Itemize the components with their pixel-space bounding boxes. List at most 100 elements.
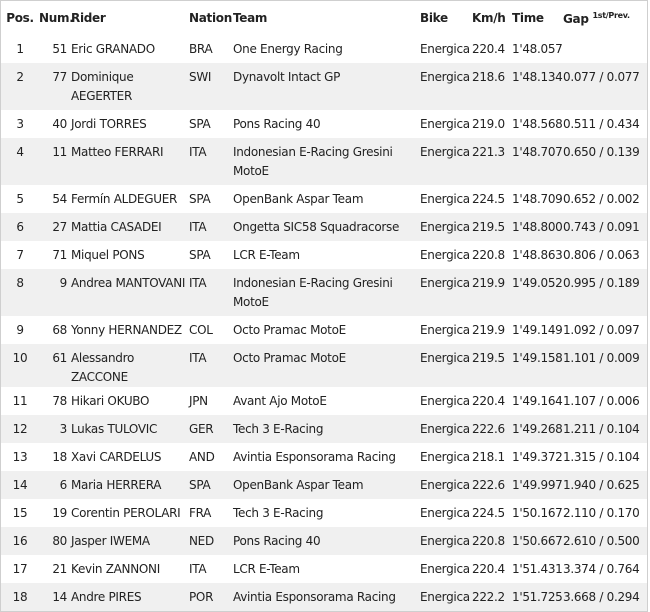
cell-kmh: 219.9 <box>472 323 505 337</box>
cell-bike: Energica <box>420 394 470 408</box>
cell-rider: Jasper IWEMA <box>71 534 150 548</box>
cell-nation: SPA <box>189 117 211 131</box>
header-gap-sup: 1st/Prev. <box>592 10 631 20</box>
cell-kmh: 222.2 <box>472 590 505 604</box>
cell-bike: Energica <box>420 422 470 436</box>
cell-time: 1'51.431 <box>512 562 563 576</box>
cell-num: 11 <box>52 145 67 159</box>
cell-rider: Yonny HERNANDEZ <box>71 323 182 337</box>
cell-time: 1'49.997 <box>512 478 563 492</box>
cell-rider: Andrea MANTOVANI <box>71 276 186 290</box>
results-table-header: Pos. Num. Rider Nation Team Bike Km/h Ti… <box>1 1 647 35</box>
table-row: 18 14 Andre PIRES POR Avintia Esponsorama Ra… <box>1 583 647 611</box>
cell-num: 68 <box>52 323 67 337</box>
cell-time: 1'49.052 <box>512 276 563 290</box>
cell-rider: Fermín ALDEGUER <box>71 192 178 206</box>
cell-bike: Energica <box>420 450 470 464</box>
cell-kmh: 219.5 <box>472 220 505 234</box>
header-pos: Pos. <box>6 11 34 25</box>
table-row: 17 21 Kevin ZANNONI ITA LCR E-Team Energica 22… <box>1 555 647 583</box>
cell-pos: 17 <box>12 562 28 576</box>
cell-time: 1'48.134 <box>512 70 563 84</box>
cell-pos: 4 <box>16 145 24 159</box>
table-row: 5 54 Fermín ALDEGUER SPA OpenBank Aspar Team… <box>1 185 647 213</box>
table-row: 15 19 Corentin PEROLARI FRA Tech 3 E-Racing E… <box>1 499 647 527</box>
cell-kmh: 220.8 <box>472 248 505 262</box>
cell-pos: 1 <box>16 42 24 56</box>
cell-num: 18 <box>52 450 67 464</box>
cell-bike: Energica <box>420 192 470 206</box>
cell-pos: 6 <box>16 220 24 234</box>
cell-nation: BRA <box>189 42 213 56</box>
cell-time: 1'48.707 <box>512 145 563 159</box>
header-gap-label: Gap <box>563 11 589 26</box>
cell-kmh: 218.6 <box>472 70 505 84</box>
table-row: 11 78 Hikari OKUBO JPN Avant Ajo MotoE Energi… <box>1 387 647 415</box>
results-table-body: 1 51 Eric GRANADO BRA One Energy Racing Energ… <box>1 35 647 611</box>
cell-team: LCR E-Team <box>233 562 300 576</box>
cell-num: 78 <box>52 394 67 408</box>
cell-rider: Mattia CASADEI <box>71 220 162 234</box>
cell-nation: AND <box>189 450 215 464</box>
cell-pos: 12 <box>12 422 28 436</box>
cell-num: 14 <box>52 590 67 604</box>
cell-time: 1'49.372 <box>512 450 563 464</box>
cell-nation: ITA <box>189 276 207 290</box>
cell-gap <box>563 35 647 63</box>
cell-pos: 3 <box>16 117 24 131</box>
cell-pos: 9 <box>16 323 24 337</box>
cell-kmh: 222.6 <box>472 422 505 436</box>
cell-kmh: 219.5 <box>472 351 505 365</box>
cell-rider: Jordi TORRES <box>71 117 147 131</box>
cell-gap: 1.940 / 0.625 <box>563 478 640 492</box>
cell-pos: 13 <box>12 450 28 464</box>
table-row: 4 11 Matteo FERRARI ITA Indonesian E-Racing … <box>1 138 647 185</box>
cell-gap: 0.995 / 0.189 <box>563 276 640 290</box>
cell-team: Indonesian E-Racing Gresini MotoE <box>233 276 393 309</box>
header-num: Num. <box>39 11 74 25</box>
cell-time: 1'48.863 <box>512 248 563 262</box>
cell-nation: POR <box>189 590 214 604</box>
cell-pos: 7 <box>16 248 24 262</box>
cell-nation: COL <box>189 323 213 337</box>
cell-time: 1'51.725 <box>512 590 563 604</box>
cell-rider: Andre PIRES <box>71 590 142 604</box>
header-rider: Rider <box>71 11 106 25</box>
cell-kmh: 220.4 <box>472 562 505 576</box>
cell-bike: Energica <box>420 534 470 548</box>
cell-pos: 8 <box>16 276 24 290</box>
cell-kmh: 220.4 <box>472 42 505 56</box>
cell-team: OpenBank Aspar Team <box>233 192 364 206</box>
cell-bike: Energica <box>420 351 470 365</box>
cell-gap: 0.650 / 0.139 <box>563 145 640 159</box>
cell-team: One Energy Racing <box>233 42 343 56</box>
cell-time: 1'48.709 <box>512 192 563 206</box>
cell-pos: 5 <box>16 192 24 206</box>
cell-bike: Energica <box>420 506 470 520</box>
cell-num: 3 <box>59 422 68 436</box>
cell-bike: Energica <box>420 220 470 234</box>
table-row: 1 51 Eric GRANADO BRA One Energy Racing Energ… <box>1 35 647 63</box>
cell-bike: Energica <box>420 117 470 131</box>
cell-num: 61 <box>52 351 67 365</box>
cell-gap: 2.110 / 0.170 <box>563 506 640 520</box>
header-row: Pos. Num. Rider Nation Team Bike Km/h Ti… <box>1 1 647 35</box>
cell-time: 1'49.268 <box>512 422 563 436</box>
cell-time: 1'49.158 <box>512 351 563 365</box>
cell-gap: 0.806 / 0.063 <box>563 248 640 262</box>
cell-team: Indonesian E-Racing Gresini MotoE <box>233 145 393 178</box>
cell-bike: Energica <box>420 276 470 290</box>
cell-num: 21 <box>52 562 67 576</box>
cell-team: Ongetta SIC58 Squadracorse <box>233 220 400 234</box>
cell-num: 27 <box>52 220 67 234</box>
cell-kmh: 219.9 <box>472 276 505 290</box>
cell-team: OpenBank Aspar Team <box>233 478 364 492</box>
cell-team: Octo Pramac MotoE <box>233 351 346 365</box>
cell-kmh: 224.5 <box>472 192 505 206</box>
cell-bike: Energica <box>420 590 470 604</box>
cell-num: 54 <box>52 192 67 206</box>
cell-pos: 10 <box>12 351 28 365</box>
cell-time: 1'48.057 <box>512 42 563 56</box>
cell-bike: Energica <box>420 248 470 262</box>
cell-pos: 11 <box>12 394 28 408</box>
